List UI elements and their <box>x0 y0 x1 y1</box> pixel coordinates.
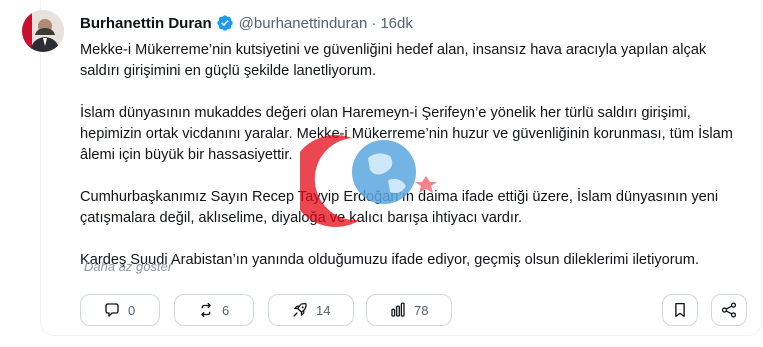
tweet-header: Burhanettin Duran @burhanettinduran · 16… <box>80 12 413 34</box>
reply-count: 0 <box>128 302 136 318</box>
bar-chart-icon <box>391 302 405 317</box>
author-name[interactable]: Burhanettin Duran <box>80 15 212 32</box>
repost-button[interactable]: 6 <box>174 294 254 326</box>
boost-button[interactable]: 14 <box>268 294 354 326</box>
author-handle[interactable]: @burhanettinduran <box>239 15 368 32</box>
tweet-paragraph: Mekke-i Mükerreme’nin kutsiyetini ve güv… <box>80 42 707 79</box>
share-button[interactable] <box>711 294 747 326</box>
rocket-icon <box>293 302 307 317</box>
tweet-paragraph: Cumhurbaşkanımız Sayın Recep Tayyip Erdo… <box>80 189 719 226</box>
reply-icon <box>105 303 119 317</box>
verified-badge-icon <box>216 14 234 32</box>
action-bar: 0 6 14 78 <box>0 294 763 328</box>
tweet-paragraph: İslam dünyasının mukaddes değeri olan Ha… <box>80 105 733 163</box>
views-count: 78 <box>414 302 429 318</box>
bookmark-icon <box>675 302 685 318</box>
show-less-link[interactable]: Daha az göster <box>84 259 172 274</box>
share-icon <box>721 302 737 318</box>
reply-button[interactable]: 0 <box>80 294 160 326</box>
bookmark-button[interactable] <box>662 294 698 326</box>
boost-count: 14 <box>316 302 331 318</box>
repost-count: 6 <box>222 302 230 318</box>
tweet-text: Mekke-i Mükerreme’nin kutsiyetini ve güv… <box>80 40 740 271</box>
repost-icon <box>201 302 211 318</box>
tweet-paragraph: Kardeş Suudi Arabistan’ın yanında olduğu… <box>80 252 699 268</box>
post-time[interactable]: 16dk <box>380 15 413 32</box>
header-separator: · <box>371 14 377 32</box>
avatar-photo <box>22 10 64 52</box>
avatar[interactable] <box>22 10 64 52</box>
views-button[interactable]: 78 <box>366 294 452 326</box>
